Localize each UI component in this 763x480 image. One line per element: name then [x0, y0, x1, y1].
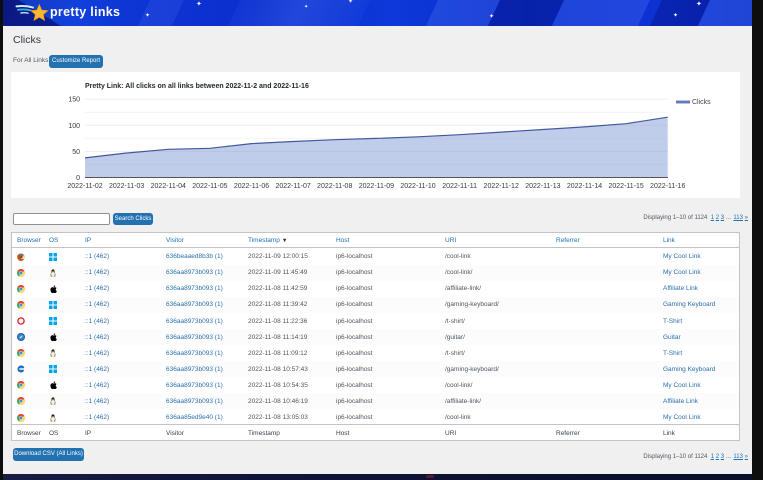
- svg-text:2022-11-12: 2022-11-12: [484, 183, 519, 190]
- svg-text:2022-11-07: 2022-11-07: [275, 183, 310, 190]
- svg-text:2022-11-06: 2022-11-06: [234, 183, 269, 190]
- svg-text:2022-11-09: 2022-11-09: [359, 183, 394, 190]
- svg-text:150: 150: [68, 97, 80, 104]
- svg-text:2022-11-15: 2022-11-15: [608, 183, 643, 190]
- svg-text:2022-11-03: 2022-11-03: [109, 183, 144, 190]
- svg-text:2022-11-05: 2022-11-05: [192, 183, 227, 190]
- svg-text:2022-11-13: 2022-11-13: [525, 183, 560, 190]
- svg-text:2022-11-14: 2022-11-14: [567, 183, 602, 190]
- svg-text:100: 100: [68, 123, 80, 130]
- svg-text:2022-11-04: 2022-11-04: [151, 183, 186, 190]
- svg-text:2022-11-16: 2022-11-16: [650, 183, 685, 190]
- svg-text:2022-11-08: 2022-11-08: [317, 183, 352, 190]
- svg-text:50: 50: [72, 149, 80, 156]
- svg-text:2022-11-02: 2022-11-02: [67, 183, 102, 190]
- svg-text:2022-11-11: 2022-11-11: [442, 183, 477, 190]
- svg-text:0: 0: [76, 175, 80, 182]
- svg-text:2022-11-10: 2022-11-10: [400, 183, 435, 190]
